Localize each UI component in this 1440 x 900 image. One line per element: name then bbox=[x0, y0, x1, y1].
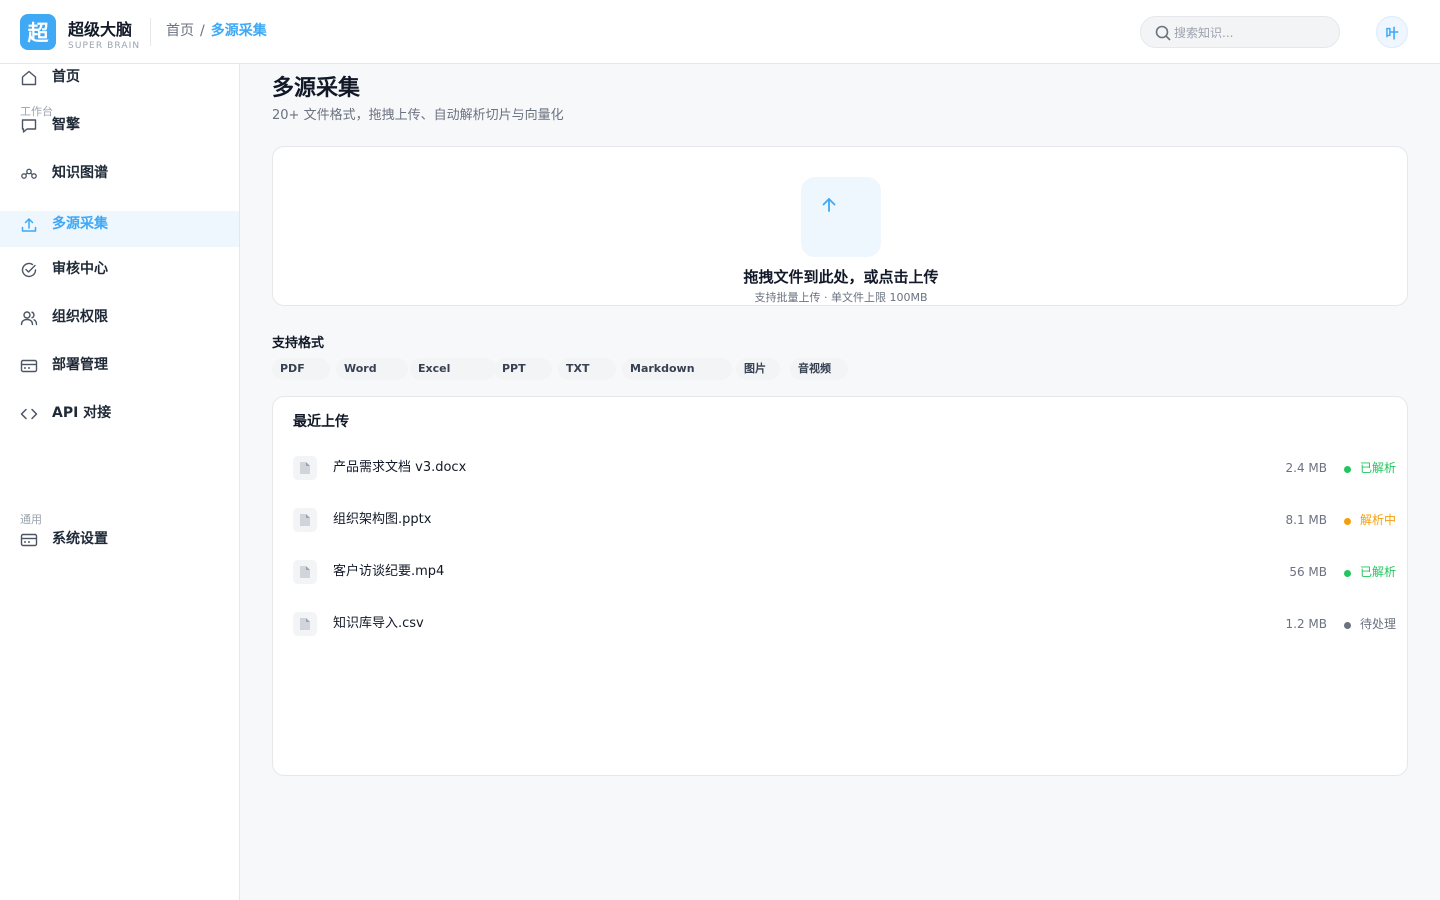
format-chip-markdown[interactable]: Markdown bbox=[622, 358, 732, 380]
sidebar-item-api[interactable]: API 对接 bbox=[0, 397, 239, 433]
sidebar-item-label: 智擎 bbox=[52, 117, 80, 133]
header-divider bbox=[150, 18, 151, 46]
format-chip-image[interactable]: 图片 bbox=[736, 358, 780, 380]
recent-uploads-card: 最近上传 产品需求文档 v3.docx 2.4 MB 已解析 组织架构图.ppt… bbox=[272, 396, 1408, 776]
status-badge: 待处理 bbox=[1360, 617, 1397, 631]
search-input[interactable] bbox=[1174, 22, 1329, 44]
upload-hint: 支持批量上传 · 单文件上限 100MB bbox=[754, 291, 928, 304]
format-chip-excel[interactable]: Excel bbox=[410, 358, 496, 380]
status-dot bbox=[1344, 622, 1351, 629]
top-header: 超 超级大脑 SUPER BRAIN 首页 / 多源采集 叶 bbox=[0, 0, 1440, 64]
format-chip-ppt[interactable]: PPT bbox=[494, 358, 552, 380]
format-chip-audio-video[interactable]: 音视频 bbox=[790, 358, 848, 380]
upload-icon-box bbox=[801, 177, 881, 257]
chat-icon bbox=[21, 119, 37, 133]
sidebar-item-label: 审核中心 bbox=[52, 261, 108, 277]
upload-title: 拖拽文件到此处，或点击上传 bbox=[743, 268, 939, 286]
file-icon bbox=[293, 612, 317, 636]
file-size: 1.2 MB bbox=[1285, 617, 1327, 631]
app-name: 超级大脑 bbox=[68, 20, 133, 39]
sidebar-item-multi-source[interactable]: 多源采集 bbox=[0, 211, 239, 247]
code-icon bbox=[20, 408, 38, 420]
file-size: 56 MB bbox=[1289, 565, 1327, 579]
sidebar-item-review-center[interactable]: 审核中心 bbox=[0, 253, 239, 289]
status-badge: 已解析 bbox=[1360, 565, 1397, 579]
file-row[interactable]: 组织架构图.pptx 8.1 MB 解析中 bbox=[273, 500, 1407, 540]
sidebar-item-knowledge-graph[interactable]: 知识图谱 bbox=[0, 157, 239, 193]
upload-icon bbox=[21, 218, 37, 232]
page-subtitle: 20+ 文件格式，拖拽上传、自动解析切片与向量化 bbox=[272, 108, 564, 123]
status-dot bbox=[1344, 466, 1351, 473]
formats-label: 支持格式 bbox=[272, 336, 325, 351]
sidebar-item-label: 部署管理 bbox=[52, 357, 108, 373]
file-name: 知识库导入.csv bbox=[333, 616, 424, 631]
file-icon bbox=[293, 456, 317, 480]
page-title: 多源采集 bbox=[272, 76, 361, 101]
sidebar-item-label: 组织权限 bbox=[52, 309, 108, 325]
file-row[interactable]: 知识库导入.csv 1.2 MB 待处理 bbox=[273, 604, 1407, 644]
sidebar-item-home[interactable]: 首页 bbox=[0, 61, 239, 97]
check-circle-icon bbox=[21, 262, 37, 278]
file-icon bbox=[293, 508, 317, 532]
sidebar-item-label: 多源采集 bbox=[52, 216, 108, 232]
breadcrumb-separator: / bbox=[200, 23, 205, 39]
sidebar-item-label: 系统设置 bbox=[52, 531, 108, 547]
sidebar-item-label: API 对接 bbox=[52, 405, 112, 421]
upload-dropzone[interactable]: 拖拽文件到此处，或点击上传 支持批量上传 · 单文件上限 100MB bbox=[272, 146, 1408, 306]
app-logo[interactable]: 超 bbox=[20, 14, 56, 50]
user-avatar[interactable]: 叶 bbox=[1376, 16, 1408, 48]
sidebar: 首页 工作台 智擎 知识图谱 多源采集 审核中心 组织权限 部署管理 API 对… bbox=[0, 64, 240, 900]
settings-icon bbox=[20, 533, 38, 547]
file-row[interactable]: 客户访谈纪要.mp4 56 MB 已解析 bbox=[273, 552, 1407, 592]
users-icon bbox=[20, 311, 38, 326]
breadcrumb-current: 多源采集 bbox=[210, 23, 267, 39]
file-icon bbox=[293, 560, 317, 584]
arrow-up-icon bbox=[822, 198, 836, 212]
sidebar-item-label: 知识图谱 bbox=[52, 165, 108, 181]
file-name: 产品需求文档 v3.docx bbox=[333, 460, 467, 475]
sidebar-item-system-settings[interactable]: 系统设置 bbox=[0, 523, 239, 559]
file-size: 8.1 MB bbox=[1285, 513, 1327, 527]
status-badge: 已解析 bbox=[1360, 461, 1397, 475]
home-icon bbox=[21, 70, 37, 86]
file-size: 2.4 MB bbox=[1285, 461, 1327, 475]
status-badge: 解析中 bbox=[1360, 513, 1397, 527]
server-icon bbox=[20, 359, 38, 373]
file-row[interactable]: 产品需求文档 v3.docx 2.4 MB 已解析 bbox=[273, 448, 1407, 488]
status-dot bbox=[1344, 570, 1351, 577]
sidebar-item-label: 首页 bbox=[52, 69, 80, 85]
sidebar-item-zhiqing[interactable]: 智擎 bbox=[0, 109, 239, 145]
search-icon bbox=[1155, 25, 1171, 41]
file-name: 组织架构图.pptx bbox=[333, 512, 432, 527]
app-subtitle: SUPER BRAIN bbox=[68, 41, 141, 51]
format-chip-pdf[interactable]: PDF bbox=[272, 358, 330, 380]
file-name: 客户访谈纪要.mp4 bbox=[333, 564, 445, 579]
search-box[interactable] bbox=[1140, 16, 1340, 48]
recent-uploads-title: 最近上传 bbox=[293, 414, 349, 430]
format-chip-txt[interactable]: TXT bbox=[558, 358, 616, 380]
breadcrumb: 首页 / 多源采集 bbox=[166, 22, 267, 40]
sidebar-item-deployment[interactable]: 部署管理 bbox=[0, 349, 239, 385]
breadcrumb-home[interactable]: 首页 bbox=[166, 22, 194, 40]
status-dot bbox=[1344, 518, 1351, 525]
format-chip-word[interactable]: Word bbox=[336, 358, 408, 380]
sidebar-item-org-permissions[interactable]: 组织权限 bbox=[0, 301, 239, 337]
graph-icon bbox=[21, 168, 37, 179]
